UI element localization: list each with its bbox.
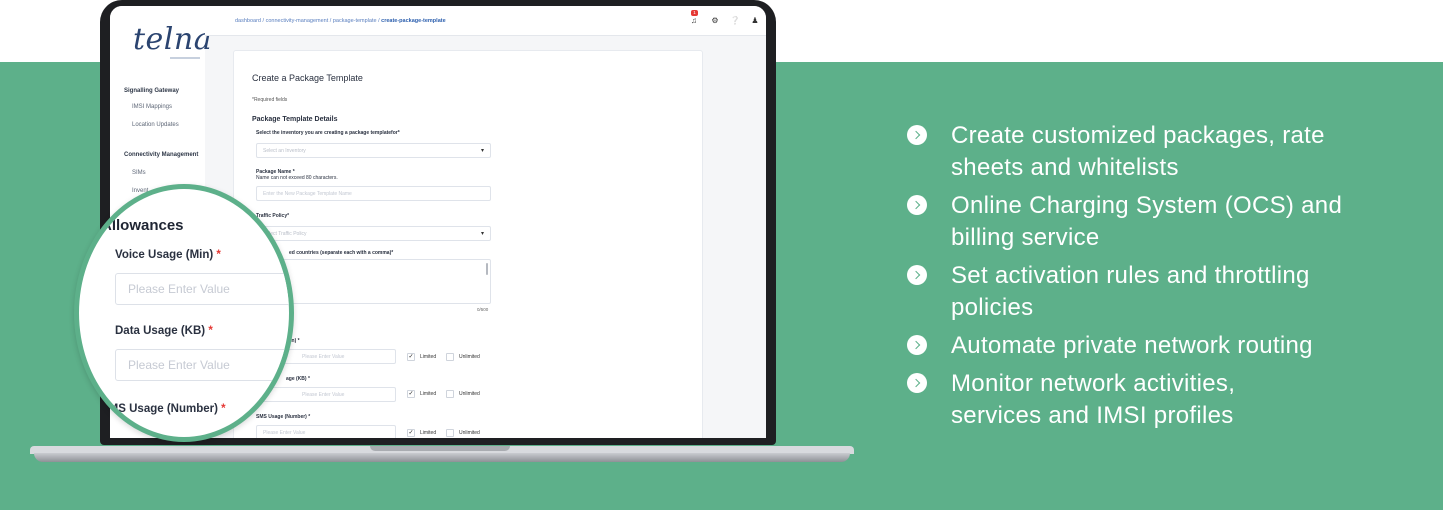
data-usage-placeholder: Please Enter Value	[302, 392, 345, 398]
voice-limited-checkbox[interactable]: ✓	[407, 353, 415, 361]
chevron-right-circle-icon	[907, 265, 927, 285]
feature-line: Automate private network routing	[951, 332, 1313, 359]
help-icon[interactable]: ❔	[730, 16, 740, 26]
inventory-label: Select the inventory you are creating a …	[256, 130, 400, 136]
chevron-right-circle-icon	[907, 335, 927, 355]
feature-line: services and IMSI profiles	[951, 402, 1234, 429]
feature-text: Automate private network routing	[951, 330, 1313, 362]
data-unlimited-checkbox[interactable]	[446, 390, 454, 398]
countries-label: ed countries (separate each with a comma…	[289, 250, 394, 256]
data-limited-checkbox[interactable]: ✓	[407, 390, 415, 398]
package-name-hint: Name can not exceed 80 characters.	[256, 175, 338, 181]
sidebar-item-sims[interactable]: SIMs	[132, 170, 146, 176]
required-note: *Required fields	[252, 97, 288, 103]
sms-usage-label: SMS Usage (Number) *	[256, 414, 311, 420]
feature-line: Online Charging System (OCS) and	[951, 192, 1343, 219]
sidebar-item-connectivity-management[interactable]: Connectivity Management	[124, 152, 198, 158]
sms-usage-zoom-text: SMS Usage (Number)	[101, 403, 218, 415]
data-usage-label: age (KB) *	[286, 376, 310, 382]
sidebar-item-imsi-mappings[interactable]: IMSI Mappings	[132, 104, 172, 110]
feature-text: Set activation rules and throttling polic…	[951, 260, 1310, 324]
allowances-magnifier: Allowances Voice Usage (Min) * Please En…	[74, 184, 294, 442]
page-title: Create a Package Template	[252, 73, 363, 83]
sms-unlimited-label: Unlimited	[459, 430, 480, 436]
logo-tagline-mark	[170, 57, 200, 59]
voice-usage-placeholder: Please Enter Value	[302, 354, 345, 360]
gear-icon[interactable]: ⚙	[710, 16, 720, 26]
voice-usage-zoom-input[interactable]: Please Enter Value	[115, 273, 289, 305]
feature-line: policies	[951, 294, 1034, 321]
feature-text: Online Charging System (OCS) and billing …	[951, 190, 1342, 254]
breadcrumb-path[interactable]: dashboard / connectivity-management / pa…	[235, 18, 381, 24]
section-title: Package Template Details	[252, 116, 338, 123]
inventory-select[interactable]: Select an Inventory ▾	[256, 143, 491, 158]
laptop-base	[34, 453, 850, 462]
data-unlimited-label: Unlimited	[459, 391, 480, 397]
chevron-right-circle-icon	[907, 195, 927, 215]
sms-limited-label: Limited	[420, 430, 437, 436]
sidebar-item-signalling-gateway[interactable]: Signalling Gateway	[124, 88, 179, 94]
chevron-down-icon: ▾	[480, 148, 484, 154]
sms-limited-checkbox[interactable]: ✓	[407, 429, 415, 437]
bell-icon[interactable]: ♫	[689, 16, 699, 26]
chevron-down-icon: ▾	[480, 231, 484, 237]
data-usage-input[interactable]: Please Enter Value	[256, 387, 396, 402]
feature-line: Create customized packages, rate	[951, 122, 1325, 149]
sms-usage-placeholder: Please Enter Value	[263, 430, 306, 436]
sms-usage-zoom-label: SMS Usage (Number) *	[101, 403, 226, 415]
data-usage-zoom-input[interactable]: Please Enter Value	[115, 349, 289, 381]
sms-unlimited-checkbox[interactable]	[446, 429, 454, 437]
feature-text: Monitor network activities, services and …	[951, 368, 1235, 432]
feature-line: Set activation rules and throttling	[951, 262, 1310, 289]
allowances-title: Allowances	[101, 217, 184, 234]
voice-limited-label: Limited	[420, 354, 437, 360]
inventory-placeholder: Select an Inventory	[263, 148, 306, 154]
required-star: *	[216, 249, 221, 261]
voice-usage-zoom-text: Voice Usage (Min)	[115, 249, 214, 261]
voice-unlimited-checkbox[interactable]	[446, 353, 454, 361]
feature-line: sheets and whitelists	[951, 154, 1179, 181]
voice-usage-zoom-placeholder: Please Enter Value	[128, 282, 230, 296]
sidebar-item-location-updates[interactable]: Location Updates	[132, 122, 179, 128]
notification-badge: 1	[691, 10, 698, 16]
data-usage-zoom-placeholder: Please Enter Value	[128, 358, 230, 372]
traffic-policy-select[interactable]: Select Traffic Policy ▾	[256, 226, 491, 241]
data-limited-label: Limited	[420, 391, 437, 397]
breadcrumb[interactable]: dashboard / connectivity-management / pa…	[235, 18, 446, 24]
laptop-notch	[370, 446, 510, 451]
data-usage-zoom-label: Data Usage (KB) *	[115, 325, 213, 337]
traffic-policy-label: Traffic Policy*	[256, 213, 290, 219]
chevron-right-circle-icon	[907, 125, 927, 145]
required-star: *	[208, 325, 213, 337]
voice-unlimited-label: Unlimited	[459, 354, 480, 360]
chevron-right-circle-icon	[907, 373, 927, 393]
telna-logo: telna	[133, 22, 213, 57]
sms-usage-input[interactable]: Please Enter Value	[256, 425, 396, 438]
package-template-form: Create a Package Template *Required fiel…	[233, 50, 703, 438]
feature-line: billing service	[951, 224, 1100, 251]
package-name-placeholder: Enter the New Package Template Name	[263, 191, 352, 197]
required-star: *	[221, 403, 226, 415]
character-counter: 0/500	[477, 307, 489, 312]
feature-line: Monitor network activities,	[951, 370, 1236, 397]
top-bar: dashboard / connectivity-management / pa…	[205, 6, 766, 36]
breadcrumb-current: create-package-template	[381, 18, 446, 24]
feature-text: Create customized packages, rate sheets a…	[951, 120, 1325, 184]
data-usage-zoom-text: Data Usage (KB)	[115, 325, 206, 337]
voice-usage-zoom-label: Voice Usage (Min) *	[115, 249, 221, 261]
user-icon[interactable]: ♟	[750, 16, 760, 26]
scrollbar-thumb[interactable]	[486, 263, 488, 275]
package-name-input[interactable]: Enter the New Package Template Name	[256, 186, 491, 201]
